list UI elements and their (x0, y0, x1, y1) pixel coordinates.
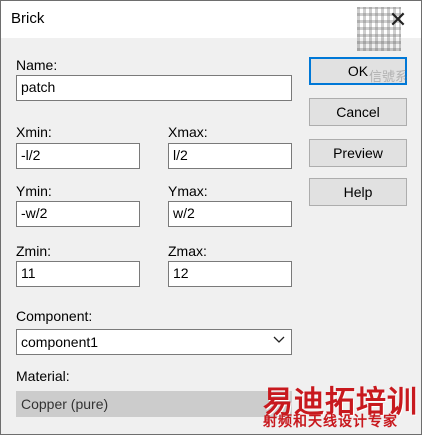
brick-dialog: Brick ✕ Name: patch Xmin: -l/2 Xmax: l/2… (0, 0, 422, 435)
cancel-button[interactable]: Cancel (309, 98, 407, 126)
ymax-field[interactable]: w/2 (168, 201, 292, 227)
xmin-label: Xmin: (16, 124, 52, 140)
preview-button[interactable]: Preview (309, 139, 407, 167)
material-label: Material: (16, 368, 70, 384)
xmax-label: Xmax: (168, 124, 208, 140)
ymin-field[interactable]: -w/2 (16, 201, 140, 227)
xmin-field[interactable]: -l/2 (16, 143, 140, 169)
ymin-label: Ymin: (16, 183, 52, 199)
component-label: Component: (16, 308, 93, 324)
zmin-field[interactable]: 11 (16, 261, 140, 287)
close-icon: ✕ (388, 6, 408, 32)
zmax-field[interactable]: 12 (168, 261, 292, 287)
chevron-down-icon (273, 336, 285, 343)
close-button[interactable]: ✕ (375, 1, 421, 38)
component-value: component1 (21, 334, 99, 350)
name-label: Name: (16, 57, 58, 73)
window-title: Brick (11, 10, 45, 27)
watermark-ghost-text: 信號系 (369, 69, 409, 84)
material-value: Copper (pure) (21, 396, 109, 412)
name-field[interactable]: patch (16, 75, 292, 101)
component-select[interactable]: component1 (16, 329, 292, 355)
zmin-label: Zmin: (16, 243, 51, 259)
xmax-field[interactable]: l/2 (168, 143, 292, 169)
help-button[interactable]: Help (309, 178, 407, 206)
title-bar: Brick ✕ (1, 1, 421, 51)
ymax-label: Ymax: (168, 183, 208, 199)
watermark-subtitle: 射频和天线设计专家 (263, 413, 398, 429)
zmax-label: Zmax: (168, 243, 207, 259)
material-select[interactable]: Copper (pure) (16, 391, 292, 417)
